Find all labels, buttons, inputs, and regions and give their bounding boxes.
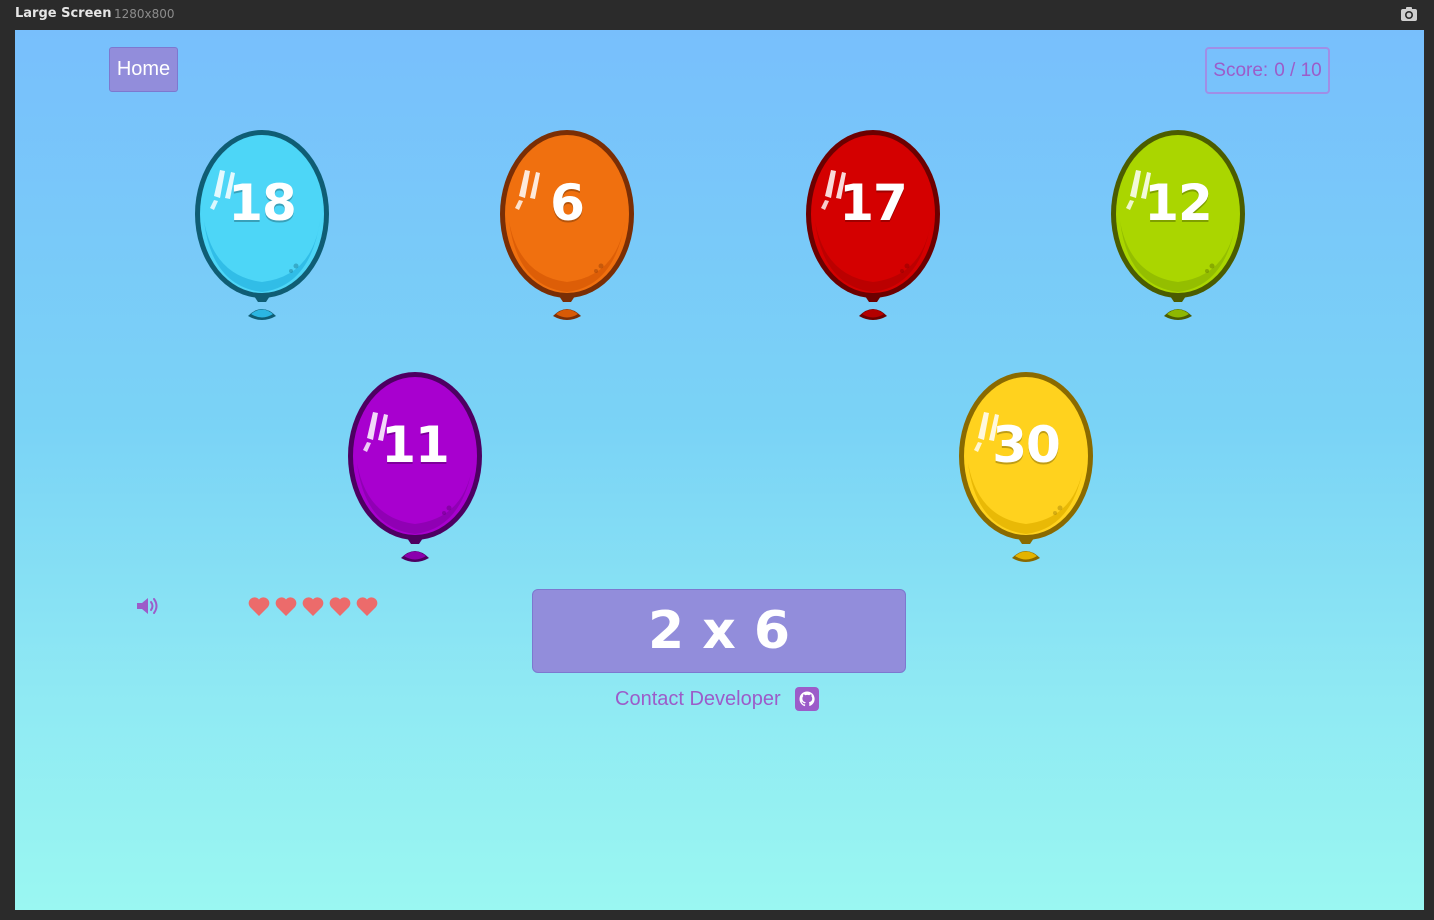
question-display: 2 x 6 — [532, 589, 906, 673]
window-title: Large Screen — [15, 6, 112, 21]
balloon-option[interactable]: 6 — [497, 126, 637, 326]
contact-label: Contact Developer — [615, 687, 781, 710]
window-dimensions: 1280x800 — [114, 7, 175, 21]
balloon-number: 11 — [381, 416, 450, 474]
heart-icon — [275, 597, 297, 616]
score-value: 0 / 10 — [1274, 59, 1322, 81]
heart-icon — [248, 597, 270, 616]
heart-icon — [356, 597, 378, 616]
camera-icon[interactable] — [1400, 6, 1418, 22]
balloon-option[interactable]: 12 — [1108, 126, 1248, 326]
balloon-option[interactable]: 17 — [803, 126, 943, 326]
contact-developer-link[interactable]: Contact Developer — [615, 686, 819, 712]
heart-icon — [302, 597, 324, 616]
heart-icon — [329, 597, 351, 616]
github-icon[interactable] — [794, 687, 819, 711]
home-button[interactable]: Home — [109, 47, 178, 92]
balloon-option[interactable]: 30 — [956, 368, 1096, 568]
balloon-option[interactable]: 18 — [192, 126, 332, 326]
balloon-number: 6 — [550, 174, 585, 232]
score-label: Score: — [1213, 59, 1269, 81]
balloon-number: 18 — [228, 174, 297, 232]
balloon-number: 30 — [992, 416, 1061, 474]
game-screen: Home Score: 0 / 10 18 6 17 12 11 30 2 x … — [15, 30, 1424, 910]
balloon-number: 12 — [1144, 174, 1213, 232]
window-titlebar: Large Screen 1280x800 — [0, 0, 1434, 30]
lives-hearts — [247, 595, 379, 617]
balloon-option[interactable]: 11 — [345, 368, 485, 568]
speaker-icon[interactable] — [135, 595, 163, 617]
balloon-number: 17 — [839, 174, 908, 232]
score-display: Score: 0 / 10 — [1205, 47, 1330, 94]
